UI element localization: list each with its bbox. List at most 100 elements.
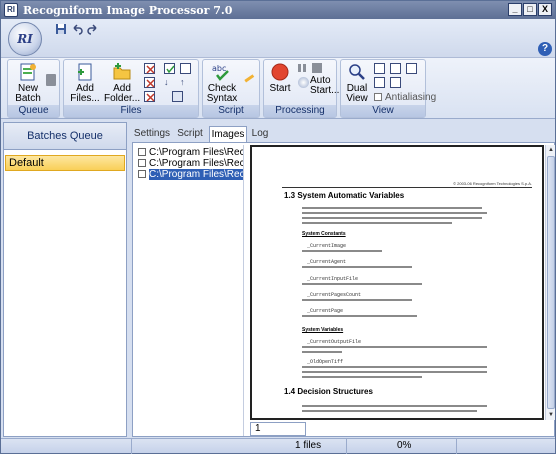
app-icon: RI [4,3,18,17]
preview-rule [282,187,532,188]
file-checkbox[interactable] [138,170,146,178]
add-folder-button[interactable]: Add Folder... [104,62,140,104]
preview-text-line [302,371,487,373]
add-files-icon [78,63,92,81]
close-button[interactable]: X [538,3,552,16]
check-syntax-button[interactable]: abc Check Syntax [205,62,239,104]
ribbon-group-queue: New Batch Queue [7,59,60,118]
check-syntax-icon: abc [212,64,229,81]
scroll-up-icon[interactable]: ▲ [546,145,556,155]
status-progress: 0% [397,440,412,451]
minimize-button[interactable]: _ [508,3,522,16]
help-button[interactable]: ? [538,42,552,56]
preview-text-line [302,283,422,285]
scroll-thumb[interactable] [547,156,555,409]
view-fit-page-icon[interactable] [406,63,417,74]
view-fit-width-icon[interactable] [390,63,401,74]
file-checkbox[interactable] [138,159,146,167]
quick-access-bar [1,19,555,57]
file-list-item[interactable]: C:\Program Files\Recognit [138,158,243,169]
file-list-item[interactable]: C:\Program Files\Recognit [138,147,243,158]
status-files-count: 1 files [295,440,322,451]
status-divider [131,439,132,454]
new-batch-label: New Batch [15,83,41,104]
batch-item-default[interactable]: Default [5,155,125,171]
remove-file-icon[interactable] [144,63,155,74]
sort-descending-icon[interactable]: ↑ [180,77,191,88]
preview-vertical-scrollbar[interactable]: ▲ ▼ [545,145,555,420]
preview-text-line [302,315,417,317]
check-all-icon[interactable] [164,63,175,74]
script-editor-icon[interactable] [243,72,255,84]
tab-log[interactable]: Log [248,126,272,143]
preview-text-line [302,405,487,407]
ribbon-group-view: Dual View Antialiasing View [340,59,436,118]
start-button[interactable]: Start [266,62,294,94]
sort-ascending-icon[interactable]: ↓ [164,77,175,88]
app-window: RI Recogniform Image Processor 7.0 _ □ X… [0,0,556,454]
group-label-queue: Queue [8,105,59,117]
dual-view-button[interactable]: Dual View [343,62,371,104]
add-folder-icon [113,63,131,80]
file-checkbox[interactable] [138,148,146,156]
start-label: Start [269,83,291,94]
pause-icon[interactable] [297,63,307,73]
batches-panel: Batches Queue Default [3,122,127,437]
antialiasing-checkbox[interactable] [374,93,382,101]
uncheck-all-icon[interactable] [180,63,191,74]
maximize-button[interactable]: □ [523,3,537,16]
preview-text-line [302,366,487,368]
view-zoom-in-icon[interactable] [374,77,385,88]
redo-icon[interactable] [86,23,100,35]
preview-text-line [302,212,487,214]
preview-mono-item: _CurrentOutputFile [307,339,362,345]
application-orb[interactable]: RI [8,22,42,56]
new-batch-icon [20,63,36,81]
ribbon-group-script: abc Check Syntax Script [202,59,260,118]
antialiasing-label: Antialiasing [385,92,437,103]
preview-text-line [302,250,382,252]
remove-all-icon[interactable] [144,91,155,102]
preview-page-edge [250,418,544,420]
preview-text-line [302,266,412,268]
tab-images[interactable]: Images [209,126,247,143]
batches-queue-header[interactable]: Batches Queue [4,123,126,150]
status-divider [346,439,347,454]
group-label-view: View [341,105,425,117]
view-single-page-icon[interactable] [374,63,385,74]
check-syntax-label: Check Syntax [206,83,238,104]
scroll-down-icon[interactable]: ▼ [546,410,556,420]
delete-batch-icon[interactable] [46,74,56,86]
add-folder-label: Add Folder... [104,83,141,104]
file-list-item-selected[interactable]: C:\Program Files\Recognit [138,169,243,180]
images-tab-content: C:\Program Files\Recognit C:\Program Fil… [132,142,555,437]
ribbon-group-processing: Start Auto Start... Processing [263,59,339,118]
auto-start-icon [298,77,309,88]
new-batch-button[interactable]: New Batch [11,62,45,104]
ribbon: New Batch Queue Add Files... Add Folder.… [1,57,555,119]
image-preview[interactable]: © 2003-06 Recogniform Technologies S.p.A… [250,145,544,420]
undo-icon[interactable] [70,23,84,35]
preview-mono-item: _OldOpenTiff [307,359,344,365]
stop-icon[interactable] [312,63,322,73]
select-range-icon[interactable] [172,91,183,102]
preview-text-line [302,217,482,219]
start-icon [271,63,289,81]
file-list[interactable]: C:\Program Files\Recognit C:\Program Fil… [136,145,244,436]
remove-selected-icon[interactable] [144,77,155,88]
status-divider [456,439,457,454]
page-number-field[interactable]: 1 [250,422,306,436]
preview-text-line [302,299,412,301]
add-files-button[interactable]: Add Files... [69,62,101,104]
tab-script[interactable]: Script [172,126,208,143]
dual-view-label: Dual View [346,83,368,104]
view-zoom-out-icon[interactable] [390,77,401,88]
save-icon[interactable] [54,23,68,35]
preview-text-line [302,346,487,348]
preview-section-1-4: 1.4 Decision Structures [284,387,373,396]
group-label-processing: Processing [264,105,336,117]
preview-header-text: © 2003-06 Recogniform Technologies S.p.A… [453,181,532,186]
preview-text-line [302,351,342,353]
tab-settings[interactable]: Settings [132,126,172,143]
preview-mono-item: _CurrentImage [307,243,347,249]
